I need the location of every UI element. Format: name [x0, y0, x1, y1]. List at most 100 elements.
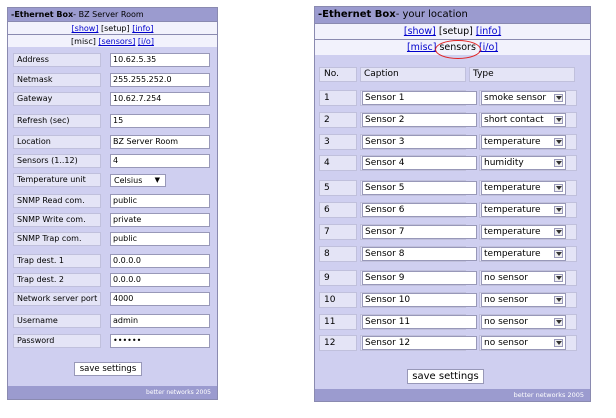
select-value: no sensor [484, 273, 528, 283]
select-value: temperature [484, 227, 541, 237]
nav-show-link[interactable]: [show] [404, 26, 436, 37]
sensor-type-select[interactable]: no sensor [481, 271, 566, 285]
subnav-io-link[interactable]: [i/o] [479, 42, 498, 53]
text-input[interactable]: 4 [110, 154, 210, 168]
sensor-caption-input[interactable]: Sensor 9 [362, 271, 477, 285]
sensor-caption-input[interactable]: Sensor 5 [362, 181, 477, 195]
field-label: Location [13, 135, 101, 149]
select-value: no sensor [484, 295, 528, 305]
subnav-misc-current: [misc] [71, 37, 96, 46]
field-label: Temperature unit [13, 173, 101, 187]
subnav-io-link[interactable]: [i/o] [138, 37, 154, 46]
select-value: smoke sensor [484, 93, 547, 103]
panel-footer: better networks 2005 [315, 389, 590, 401]
sensor-caption-input[interactable]: Sensor 1 [362, 91, 477, 105]
column-header-caption: Caption [360, 67, 466, 82]
sensor-type-select[interactable]: short contact [481, 113, 566, 127]
field-label: Gateway [13, 92, 101, 106]
field-label: SNMP Trap com. [13, 232, 101, 246]
field-label: Refresh (sec) [13, 114, 101, 128]
nav-show-link[interactable]: [show] [72, 24, 99, 33]
dropdown-arrow-icon: ▼ [154, 176, 160, 184]
select-value: short contact [484, 115, 544, 125]
panel-footer: better networks 2005 [8, 386, 217, 399]
sensor-number: 9 [319, 270, 357, 286]
text-input[interactable]: 0.0.0.0 [110, 254, 210, 268]
sensor-caption-input[interactable]: Sensor 7 [362, 225, 477, 239]
select-value: temperature [484, 137, 541, 147]
sensor-number: 10 [319, 292, 357, 308]
sensor-type-select[interactable]: temperature [481, 181, 566, 195]
sensor-caption-input[interactable]: Sensor 6 [362, 203, 477, 217]
nav-setup-current: [setup] [101, 24, 130, 33]
select-value: temperature [484, 205, 541, 215]
dropdown-arrow-icon [554, 206, 563, 214]
text-input[interactable]: private [110, 213, 210, 227]
password-field[interactable]: •••••• [110, 334, 210, 348]
subnav-sensors-link[interactable]: [sensors] [98, 37, 135, 46]
settings-panel-misc: -Ethernet Box- BZ Server Room [show] [se… [7, 7, 218, 400]
save-settings-button[interactable]: save settings [74, 362, 142, 376]
sensor-number: 5 [319, 180, 357, 196]
nav-info-link[interactable]: [info] [476, 26, 501, 37]
text-input[interactable]: 4000 [110, 292, 210, 306]
setup-subnav: [misc] [sensors] [i/o] [8, 34, 217, 47]
field-label: Address [13, 53, 101, 67]
sensor-caption-input[interactable]: Sensor 3 [362, 135, 477, 149]
sensor-type-select[interactable]: no sensor [481, 336, 566, 350]
text-input[interactable]: public [110, 232, 210, 246]
dropdown-arrow-icon [554, 116, 563, 124]
sensor-caption-input[interactable]: Sensor 4 [362, 156, 477, 170]
field-label: SNMP Write com. [13, 213, 101, 227]
sensor-type-select[interactable]: temperature [481, 225, 566, 239]
text-input[interactable]: 255.255.252.0 [110, 73, 210, 87]
text-input[interactable]: 10.62.5.35 [110, 53, 210, 67]
dropdown-arrow-icon [554, 274, 563, 282]
subnav-misc-link[interactable]: [misc] [407, 42, 436, 53]
field-label: Network server port [13, 292, 101, 306]
sensor-type-select[interactable]: temperature [481, 247, 566, 261]
sensor-caption-input[interactable]: Sensor 8 [362, 247, 477, 261]
sensor-number: 1 [319, 90, 357, 106]
dropdown-arrow-icon [554, 250, 563, 258]
select-value: humidity [484, 158, 524, 168]
select-value: Celsius [114, 176, 143, 185]
settings-panel-sensors: -Ethernet Box- your location [show] [set… [314, 6, 591, 402]
field-label: Trap dest. 1 [13, 254, 101, 268]
sensor-type-select[interactable]: temperature [481, 135, 566, 149]
sensor-caption-input[interactable]: Sensor 11 [362, 315, 477, 329]
sensor-caption-input[interactable]: Sensor 12 [362, 336, 477, 350]
sensor-type-select[interactable]: no sensor [481, 293, 566, 307]
nav-setup-current: [setup] [438, 26, 473, 37]
text-input[interactable]: 0.0.0.0 [110, 273, 210, 287]
text-input[interactable]: public [110, 194, 210, 208]
sensor-caption-input[interactable]: Sensor 10 [362, 293, 477, 307]
sensor-type-select[interactable]: no sensor [481, 315, 566, 329]
sensor-number: 8 [319, 246, 357, 262]
text-input[interactable]: 10.62.7.254 [110, 92, 210, 106]
sensor-number: 6 [319, 202, 357, 218]
sensor-type-select[interactable]: humidity [481, 156, 566, 170]
sensor-caption-input[interactable]: Sensor 2 [362, 113, 477, 127]
dropdown-arrow-icon [554, 228, 563, 236]
nav-info-link[interactable]: [info] [132, 24, 153, 33]
field-label: Sensors (1..12) [13, 154, 101, 168]
text-input[interactable]: admin [110, 314, 210, 328]
field-label: Username [13, 314, 101, 328]
field-label: Trap dest. 2 [13, 273, 101, 287]
dropdown-arrow-icon [554, 296, 563, 304]
sensor-type-select[interactable]: temperature [481, 203, 566, 217]
sensor-type-select[interactable]: smoke sensor [481, 91, 566, 105]
select-value: temperature [484, 183, 541, 193]
dropdown-arrow-icon [554, 184, 563, 192]
sensor-number: 7 [319, 224, 357, 240]
main-nav: [show] [setup] [info] [315, 23, 590, 39]
sensor-number: 3 [319, 134, 357, 150]
device-name: -Ethernet Box [11, 10, 74, 19]
temperature-unit-select[interactable]: Celsius ▼ [110, 174, 166, 187]
text-input[interactable]: BZ Server Room [110, 135, 210, 149]
save-settings-button[interactable]: save settings [407, 369, 484, 384]
text-input[interactable]: 15 [110, 114, 210, 128]
select-value: temperature [484, 249, 541, 259]
sensor-number: 4 [319, 155, 357, 171]
